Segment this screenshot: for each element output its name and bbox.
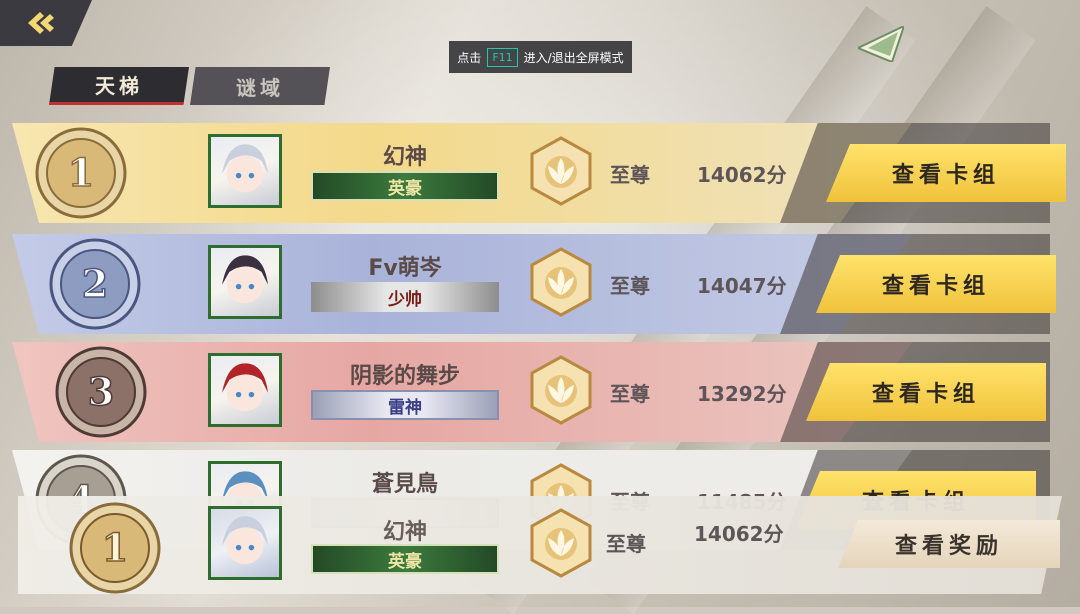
player-title-badge: 雷神 bbox=[311, 390, 499, 420]
player-score: 14062分 bbox=[697, 163, 787, 187]
rank-medal-icon: 2 bbox=[49, 238, 141, 330]
avatar-portrait-icon bbox=[222, 516, 268, 565]
leaderboard-row: 2 Fv萌岑 少帅 至尊 14047分 查看卡组 bbox=[0, 234, 1080, 334]
tier-name: 至尊 bbox=[610, 382, 650, 406]
back-arrow-icon bbox=[28, 12, 54, 34]
lotus-hexagon-icon bbox=[530, 508, 592, 578]
hint-suffix: 进入/退出全屏模式 bbox=[523, 50, 624, 65]
rank-number: 3 bbox=[88, 369, 114, 414]
player-score: 13292分 bbox=[697, 382, 787, 406]
avatar-portrait-icon bbox=[222, 255, 268, 304]
hint-prefix: 点击 bbox=[457, 50, 482, 65]
player-avatar[interactable] bbox=[208, 134, 282, 208]
own-player-name: 幻神 bbox=[382, 520, 427, 545]
own-rank-number: 1 bbox=[102, 525, 128, 570]
rank-number: 2 bbox=[82, 261, 108, 306]
f11-key-badge: F11 bbox=[487, 47, 518, 67]
tab-mystery-realm[interactable]: 谜域 bbox=[190, 67, 330, 105]
player-title-text: 雷神 bbox=[388, 397, 422, 418]
view-rewards-button[interactable]: 查看奖励 bbox=[838, 520, 1060, 568]
player-name: Fv萌岑 bbox=[368, 256, 442, 281]
leaderboard-row: 3 阴影的舞步 雷神 至尊 13292分 查看卡组 bbox=[0, 342, 1080, 442]
leaderboard-row: 1 幻神 英豪 至尊 14062分 查看卡组 bbox=[0, 123, 1080, 223]
player-title-text: 少帅 bbox=[388, 289, 422, 310]
view-deck-button[interactable]: 查看卡组 bbox=[806, 363, 1046, 421]
rank-medal-icon: 3 bbox=[55, 346, 147, 438]
player-title-text: 英豪 bbox=[388, 178, 422, 199]
player-name: 蒼見鳥 bbox=[371, 472, 438, 497]
tier-name: 至尊 bbox=[610, 163, 650, 187]
lotus-hexagon-icon bbox=[530, 136, 592, 206]
player-name: 幻神 bbox=[382, 145, 427, 170]
own-title-badge: 英豪 bbox=[311, 544, 499, 574]
own-score: 14062分 bbox=[694, 522, 784, 546]
rank-number: 1 bbox=[68, 150, 94, 195]
lotus-hexagon-icon bbox=[530, 355, 592, 425]
avatar-portrait-icon bbox=[222, 144, 268, 193]
rank-medal-icon: 1 bbox=[35, 127, 127, 219]
player-title-badge: 英豪 bbox=[311, 171, 499, 201]
own-avatar[interactable] bbox=[208, 506, 282, 580]
player-avatar[interactable] bbox=[208, 353, 282, 427]
player-title-badge: 少帅 bbox=[311, 282, 499, 312]
triangle-icon bbox=[858, 26, 904, 62]
player-score: 14047分 bbox=[697, 274, 787, 298]
rank-medal-icon: 1 bbox=[69, 502, 161, 594]
own-title-text: 英豪 bbox=[388, 551, 422, 572]
player-avatar[interactable] bbox=[208, 245, 282, 319]
player-name: 阴影的舞步 bbox=[349, 364, 460, 389]
tier-name: 至尊 bbox=[610, 274, 650, 298]
view-deck-button[interactable]: 查看卡组 bbox=[816, 255, 1056, 313]
fullscreen-hint: 点击 F11 进入/退出全屏模式 bbox=[449, 41, 632, 73]
avatar-portrait-icon bbox=[222, 363, 268, 412]
lotus-hexagon-icon bbox=[530, 247, 592, 317]
view-deck-button[interactable]: 查看卡组 bbox=[826, 144, 1066, 202]
tab-ladder[interactable]: 天梯 bbox=[49, 67, 189, 105]
own-tier-name: 至尊 bbox=[606, 532, 646, 556]
